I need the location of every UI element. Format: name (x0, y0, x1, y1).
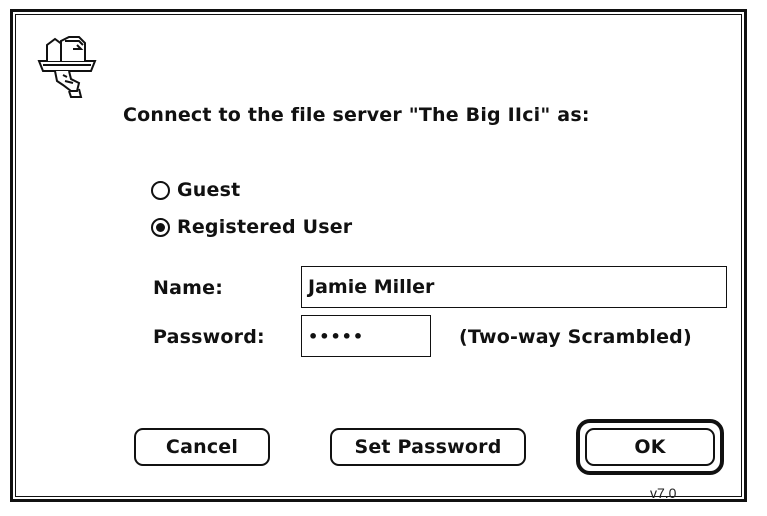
password-label: Password: (153, 326, 265, 348)
name-field[interactable]: Jamie Miller (301, 266, 727, 308)
registered-user-radio-option[interactable]: Registered User (151, 216, 352, 238)
guest-radio-label[interactable]: Guest (177, 179, 240, 201)
guest-radio-button[interactable] (151, 180, 170, 200)
set-password-button[interactable]: Set Password (330, 428, 526, 466)
ok-button[interactable]: OK (585, 428, 715, 466)
connect-prompt: Connect to the file server "The Big IIci… (123, 104, 590, 126)
file-server-icon (37, 36, 97, 98)
registered-user-radio-button[interactable] (151, 217, 170, 237)
connect-dialog: Connect to the file server "The Big IIci… (10, 9, 747, 502)
name-label: Name: (153, 277, 224, 299)
password-field[interactable]: ••••• (301, 315, 431, 357)
registered-user-radio-label[interactable]: Registered User (177, 216, 352, 238)
version-label: v7.0 (650, 485, 677, 501)
scramble-note: (Two-way Scrambled) (459, 326, 692, 348)
cancel-button[interactable]: Cancel (134, 428, 270, 466)
ok-default-button-ring[interactable]: OK (576, 419, 724, 475)
guest-radio-option[interactable]: Guest (151, 179, 240, 201)
